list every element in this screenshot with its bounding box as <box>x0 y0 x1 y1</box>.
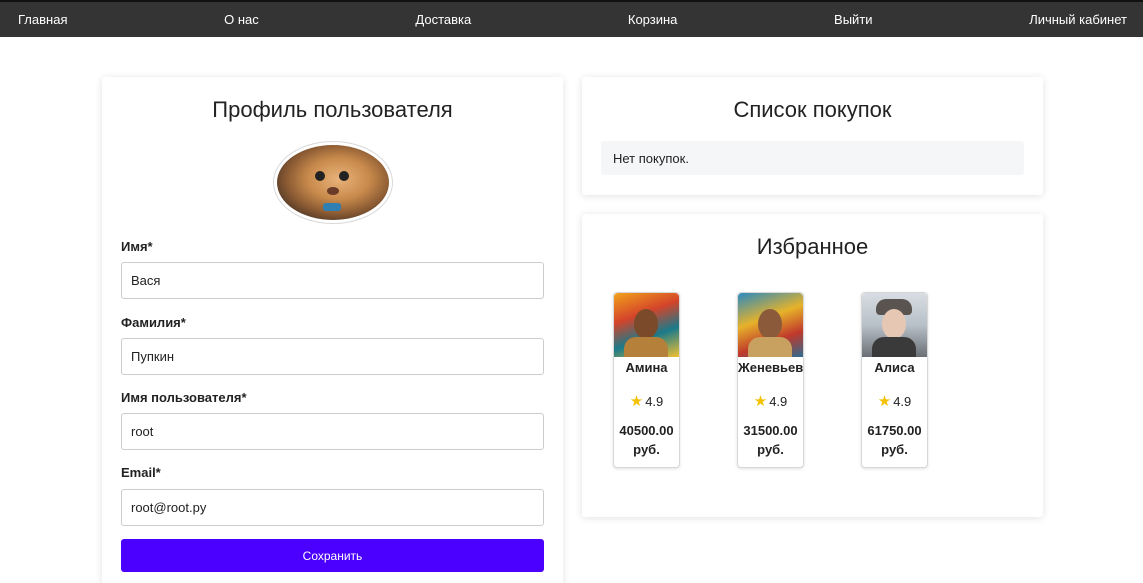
favorite-price-currency: руб. <box>633 442 660 457</box>
star-icon: ★ <box>629 393 644 410</box>
top-navigation: Главная О нас Доставка Корзина Выйти Лич… <box>0 0 1143 37</box>
favorite-rating-value: 4.9 <box>893 394 912 409</box>
favorite-image-body <box>748 337 792 357</box>
avatar <box>277 145 389 220</box>
favorite-rating-value: 4.9 <box>645 394 664 409</box>
star-icon: ★ <box>877 393 892 410</box>
favorite-name: Алиса <box>874 360 915 375</box>
favorites-card: Избранное Амина ★ 4.9 40500.00 руб. Женевь… <box>582 214 1043 517</box>
favorites-title: Избранное <box>756 234 869 259</box>
profile-card: Профиль пользователя Имя* Фамилия* Имя п… <box>102 77 563 583</box>
favorite-image-body <box>624 337 668 357</box>
first-name-label: Имя* <box>121 239 153 254</box>
nav-delivery-link[interactable]: Доставка <box>415 13 471 26</box>
avatar-eye-right <box>339 171 349 181</box>
favorite-name: Амина <box>625 360 668 375</box>
favorite-price-currency: руб. <box>757 442 784 457</box>
last-name-label: Фамилия* <box>121 315 186 330</box>
avatar-frame[interactable] <box>273 141 393 224</box>
favorite-image-face <box>758 309 782 339</box>
nav-home-link[interactable]: Главная <box>18 13 67 26</box>
email-field[interactable] <box>121 489 544 526</box>
first-name-field[interactable] <box>121 262 544 299</box>
favorite-name: Женевьев <box>738 360 804 375</box>
nav-cart-link[interactable]: Корзина <box>628 13 678 26</box>
last-name-field[interactable] <box>121 338 544 375</box>
favorite-rating: ★ 4.9 <box>738 392 803 410</box>
save-button[interactable]: Сохранить <box>121 539 544 572</box>
favorite-price: 31500.00 руб. <box>738 421 803 459</box>
avatar-eye-left <box>315 171 325 181</box>
nav-account-link[interactable]: Личный кабинет <box>1029 13 1127 26</box>
username-field[interactable] <box>121 413 544 450</box>
favorite-item[interactable]: Алиса ★ 4.9 61750.00 руб. <box>861 292 928 468</box>
favorite-price-value: 40500.00 <box>619 423 674 438</box>
star-icon: ★ <box>753 393 768 410</box>
favorite-image <box>862 293 927 357</box>
favorite-rating: ★ 4.9 <box>862 392 927 410</box>
purchases-title: Список покупок <box>733 97 892 122</box>
favorite-price: 40500.00 руб. <box>614 421 679 459</box>
username-label: Имя пользователя* <box>121 390 247 405</box>
favorite-price-value: 31500.00 <box>743 423 798 438</box>
favorite-image-body <box>872 337 916 357</box>
favorite-item[interactable]: Амина ★ 4.9 40500.00 руб. <box>613 292 680 468</box>
favorite-image-face <box>882 309 906 339</box>
favorite-image <box>738 293 803 357</box>
favorite-price-value: 61750.00 <box>867 423 922 438</box>
avatar-collar <box>323 203 341 211</box>
favorite-rating-value: 4.9 <box>769 394 788 409</box>
nav-about-link[interactable]: О нас <box>224 13 259 26</box>
purchases-card: Список покупок Нет покупок. <box>582 77 1043 195</box>
favorite-item[interactable]: Женевьев ★ 4.9 31500.00 руб. <box>737 292 804 468</box>
email-label: Email* <box>121 465 161 480</box>
favorite-rating: ★ 4.9 <box>614 392 679 410</box>
profile-title: Профиль пользователя <box>212 97 453 122</box>
favorite-image <box>614 293 679 357</box>
favorite-price: 61750.00 руб. <box>862 421 927 459</box>
purchases-empty-message: Нет покупок. <box>601 141 1024 175</box>
favorite-price-currency: руб. <box>881 442 908 457</box>
avatar-nose <box>327 187 339 195</box>
favorite-image-face <box>634 309 658 339</box>
nav-logout-link[interactable]: Выйти <box>834 13 873 26</box>
